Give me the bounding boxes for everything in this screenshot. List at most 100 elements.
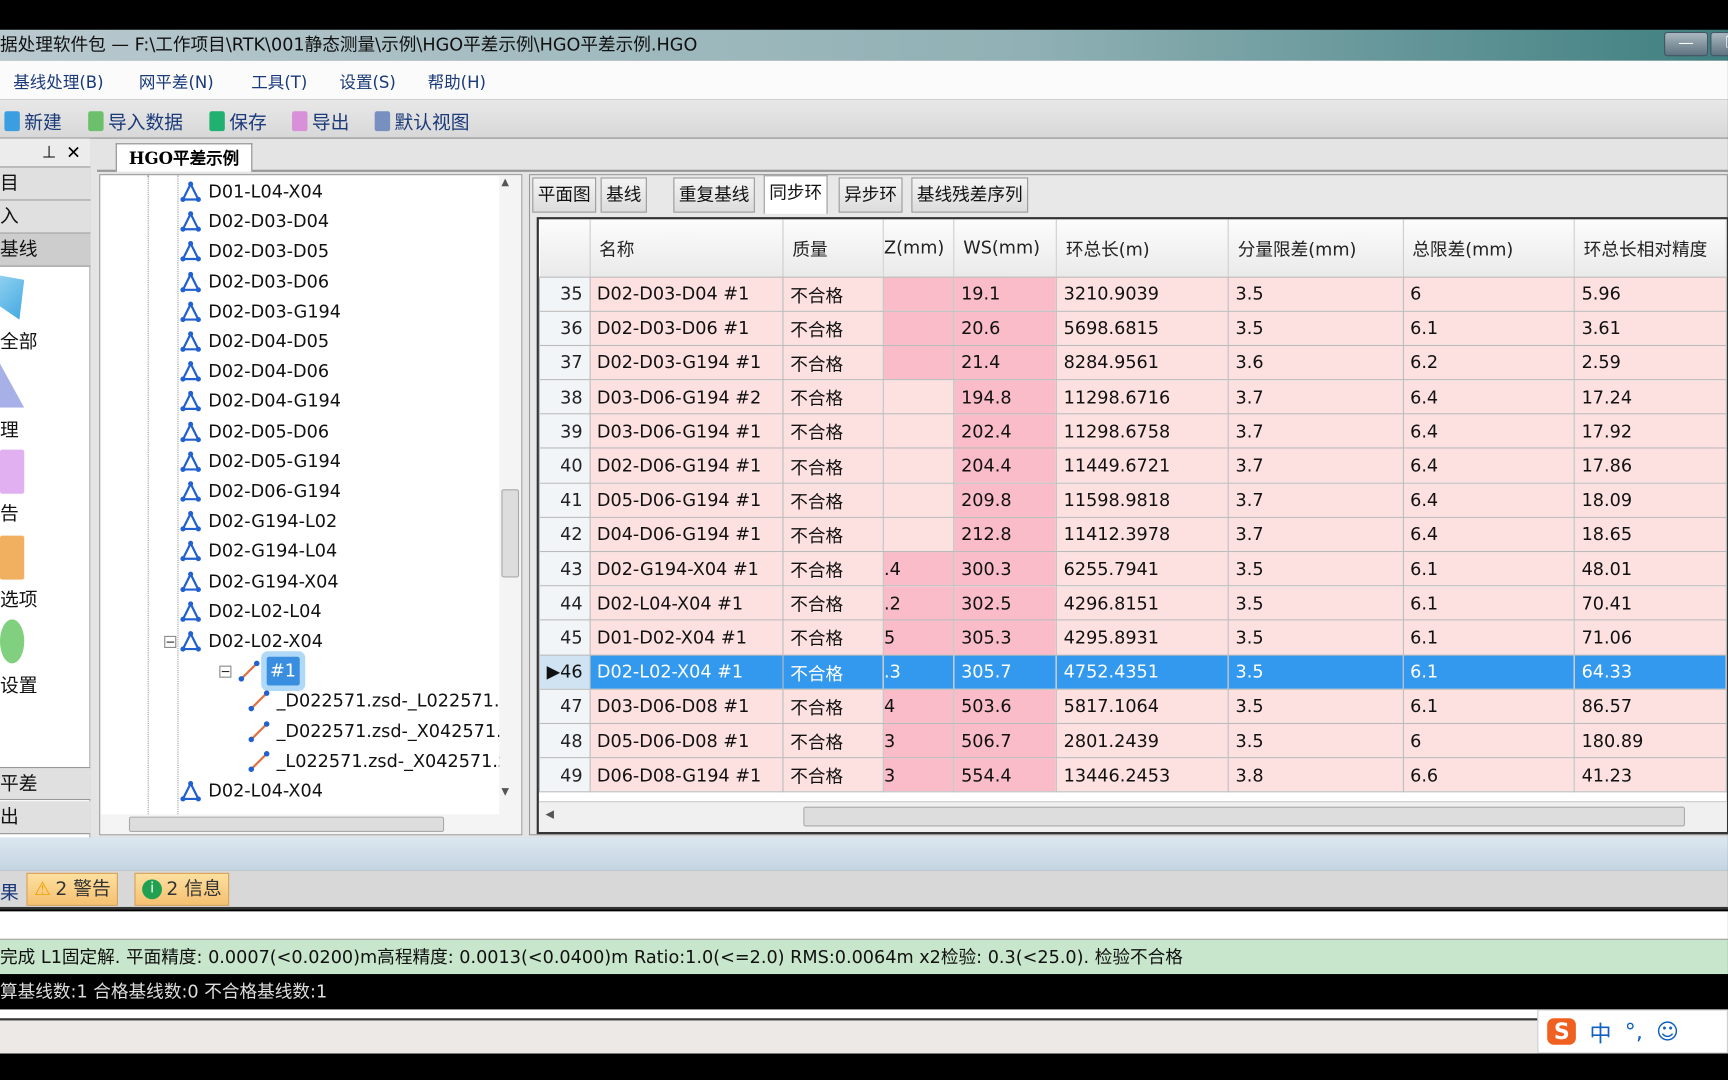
menu-baseline[interactable]: 基线处理(B) [13,71,103,94]
tree-item[interactable]: D02-D06-G194 [180,477,341,506]
ime-chinese-mode[interactable]: 中 [1590,1015,1612,1047]
default-view-button[interactable]: 默认视图 [374,107,469,134]
tree-item[interactable]: D02-D05-G194 [180,447,341,476]
tree-item[interactable]: D02-G194-L02 [180,507,337,536]
column-header[interactable] [539,219,591,278]
tree-item[interactable]: D02-D03-D04 [180,207,329,236]
table-row[interactable]: 43 D02-G194-X04 #1 不合格 .4 300.3 6255.7941 3.5 6… [538,550,1727,587]
tool-process[interactable]: 理 [0,414,19,442]
baseline-item[interactable]: _D022571.zsd-_L022571.z [248,687,509,716]
tool-settings[interactable]: 设置 [0,670,37,698]
nav-item-baseline[interactable]: 基线 [0,233,91,267]
grid-horizontal-scrollbar[interactable]: ◀ [538,801,1727,833]
nav-item-adjustment[interactable]: 平差 [0,766,91,801]
table-row[interactable]: 35 D02-D03-D04 #1 不合格 19.1 3210.9039 3.5 6 5.96 [538,276,1727,312]
baseline-item[interactable]: _L022571.zsd-_X042571.z [248,747,507,776]
tree-item-label: D02-D03-D06 [208,270,330,292]
tree-node-selected[interactable]: − #1 [219,656,300,686]
column-header[interactable]: 环总长(m) [1056,219,1229,278]
tree-item[interactable]: D02-D03-G194 [180,297,341,326]
column-header[interactable]: WS(mm) [953,219,1058,278]
export-button[interactable]: 导出 [292,107,349,134]
table-row[interactable]: 39 D03-D06-G194 #1 不合格 202.4 11298.6758 3.7 6.… [538,413,1727,449]
table-row[interactable]: 40 D02-D06-G194 #1 不合格 204.4 11449.6721 3.7 6.… [538,447,1727,484]
tree-hscroll-thumb[interactable] [128,816,445,833]
new-button[interactable]: 新建 [4,107,62,134]
table-row[interactable]: 49 D06-D08-G194 #1 不合格 3 554.4 13446.2453 3.8 6… [538,757,1727,793]
save-button[interactable]: 保存 [209,107,267,134]
column-header[interactable]: 总限差(mm) [1402,219,1575,278]
table-row[interactable]: 38 D03-D06-G194 #2 不合格 194.8 11298.6716 3.7 6.… [538,379,1727,415]
tree-item[interactable]: D02-G194-L04 [180,537,337,566]
close-panel-icon[interactable]: ✕ [66,142,81,163]
nav-item-output[interactable]: 出 [0,801,91,835]
tree-item[interactable]: D02-D04-D06 [180,357,329,386]
tree-vertical-scrollbar[interactable]: ▲ ▼ [499,175,522,815]
ime-logo[interactable]: S [1547,1018,1577,1045]
column-header[interactable]: 质量 [783,219,885,278]
table-row[interactable]: 45 D01-D02-X04 #1 不合格 5 305.3 4295.8931 3.5 6.1… [538,619,1727,656]
tab-2[interactable]: 重复基线 [673,177,755,213]
table-row[interactable]: 42 D04-D06-G194 #1 不合格 212.8 11412.3978 3.7 6.… [538,516,1727,553]
tool-process-all[interactable]: 全部 [0,326,37,354]
tree-item[interactable]: D02-D03-D05 [180,237,329,266]
import-data-button[interactable]: 导入数据 [88,107,183,134]
tab-0[interactable]: 平面图 [532,177,597,213]
tree-item[interactable]: D02-G194-X04 [180,567,339,596]
column-header[interactable]: 名称 [589,219,784,278]
table-row[interactable]: 47 D03-D06-D08 #1 不合格 4 503.6 5817.1064 3.5 6.1… [538,688,1727,724]
baseline-item[interactable]: _D022571.zsd-_X042571.z [248,717,511,746]
screen: 据处理软件包 — F:\工作项目\RTK\001静态测量\示例\HGO平差示例\… [0,0,1728,1080]
warnings-button[interactable]: ⚠ 2 警告 [26,872,119,906]
cell: .3 [882,654,955,690]
info-button[interactable]: i2 信息 [134,872,230,906]
tool-report[interactable]: 告 [0,498,19,526]
scroll-up-arrow-icon[interactable]: ▲ [501,177,509,188]
column-header[interactable]: Z(mm) [883,219,955,278]
menu-tools[interactable]: 工具(T) [251,71,307,94]
collapse-toggle-icon[interactable]: − [164,635,177,648]
tree-item[interactable]: D02-D04-G194 [180,387,341,416]
tab-3[interactable]: 同步环 [763,175,828,214]
tree-scroll-thumb[interactable] [501,489,520,578]
tree-item[interactable]: D02-D04-D05 [180,327,329,356]
minimize-button[interactable]: — [1664,31,1709,57]
tree-item[interactable]: D01-L04-X04 [180,177,323,206]
scroll-left-arrow-icon[interactable]: ◀ [545,809,553,821]
ime-emoji-icon[interactable]: ☺ [1656,1018,1679,1044]
scroll-down-arrow-icon[interactable]: ▼ [501,787,509,798]
tree-item[interactable]: D02-D05-D06 [180,417,329,446]
document-tab[interactable]: HGO平差示例 [115,143,253,172]
tool-options[interactable]: 选项 [0,584,37,612]
ime-punctuation[interactable]: °, [1625,1018,1643,1044]
tree-item[interactable]: D02-D03-D06 [180,267,329,296]
menu-settings[interactable]: 设置(S) [339,71,395,94]
tab-4[interactable]: 异步环 [838,177,903,213]
nav-item-project[interactable]: 目 [0,167,91,201]
tree-horizontal-scrollbar[interactable] [100,814,522,835]
cell: 3.5 [1227,310,1404,346]
column-header[interactable]: 环总长相对精度 [1574,219,1727,278]
table-row[interactable]: 48 D05-D06-D08 #1 不合格 3 506.7 2801.2439 3.5 6 18… [538,722,1727,759]
menu-network-adjustment[interactable]: 网平差(N) [139,71,214,94]
tree-item[interactable]: D02-L02-L04 [180,597,322,626]
cell: D02-D03-G194 #1 [589,344,784,381]
nav-item-import[interactable]: 入 [0,200,91,234]
table-row[interactable]: 36 D02-D03-D06 #1 不合格 20.6 5698.6815 3.5 6.1 3.… [538,310,1727,346]
grid-hscroll-thumb[interactable] [803,806,1685,827]
cell: 180.89 [1573,722,1727,759]
column-header[interactable]: 分量限差(mm) [1228,219,1404,278]
tree-item[interactable]: D02-L04-X04 [180,777,323,806]
table-row[interactable]: 37 D02-D03-G194 #1 不合格 21.4 8284.9561 3.6 6.2 2… [538,344,1727,381]
restore-button[interactable]: ❐ [1710,31,1728,57]
pin-icon[interactable]: ⊥ [42,142,56,162]
table-row[interactable]: ▶46 D02-L02-X04 #1 不合格 .3 305.7 4752.4351 3.5 6… [538,654,1727,690]
table-row[interactable]: 41 D05-D06-G194 #1 不合格 209.8 11598.9818 3.7 6.… [538,482,1727,518]
collapse-toggle-icon[interactable]: − [219,665,232,678]
tab-1[interactable]: 基线 [600,177,647,213]
tree-item[interactable]: D02-L02-X04 − [164,627,323,656]
errors-tab[interactable]: 果 [0,877,19,905]
menu-help[interactable]: 帮助(H) [428,71,486,94]
tab-5[interactable]: 基线残差序列 [911,177,1029,213]
table-row[interactable]: 44 D02-L04-X04 #1 不合格 .2 302.5 4296.8151 3.5 6.… [538,585,1727,621]
